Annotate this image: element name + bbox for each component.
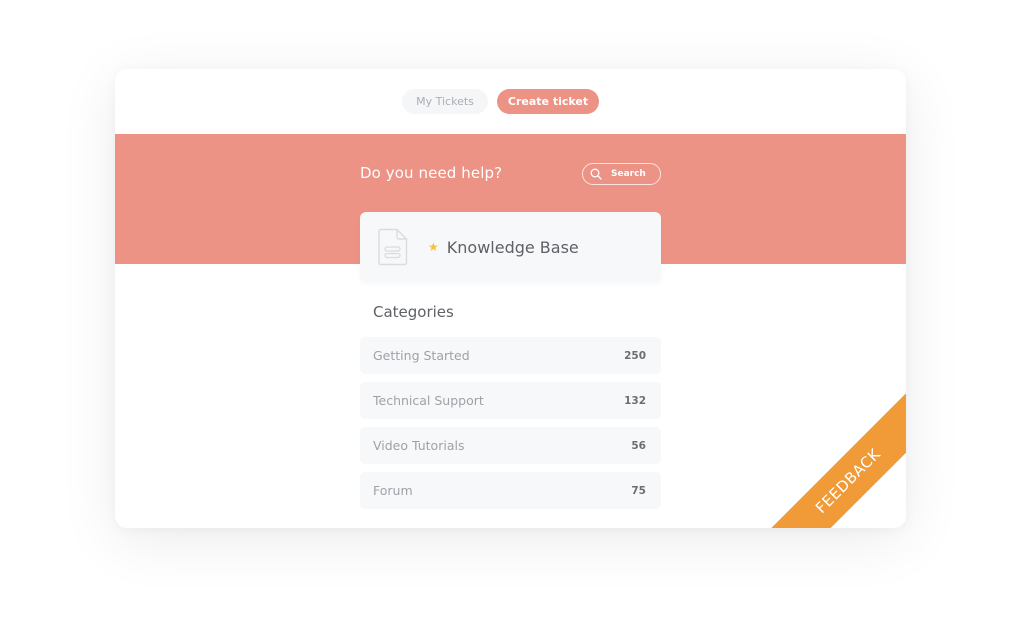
category-item-getting-started[interactable]: Getting Started 250 — [360, 337, 661, 374]
category-count: 250 — [624, 349, 646, 362]
category-list: Getting Started 250 Technical Support 13… — [360, 337, 661, 517]
category-item-forum[interactable]: Forum 75 — [360, 472, 661, 509]
category-name: Forum — [373, 483, 413, 498]
banner-title: Do you need help? — [360, 164, 503, 182]
categories-heading: Categories — [373, 303, 454, 321]
tab-bar: My Tickets Create ticket — [115, 69, 906, 134]
knowledge-base-title: Knowledge Base — [446, 237, 579, 257]
search-icon — [590, 168, 602, 180]
category-name: Technical Support — [373, 393, 484, 408]
search-input[interactable]: Search — [582, 163, 661, 185]
category-name: Getting Started — [373, 348, 470, 363]
category-item-video-tutorials[interactable]: Video Tutorials 56 — [360, 427, 661, 464]
category-count: 75 — [631, 484, 646, 497]
tab-my-tickets[interactable]: My Tickets — [402, 89, 488, 114]
knowledge-base-card[interactable]: ★ Knowledge Base — [360, 212, 661, 282]
category-count: 132 — [624, 394, 646, 407]
category-item-technical-support[interactable]: Technical Support 132 — [360, 382, 661, 419]
category-name: Video Tutorials — [373, 438, 465, 453]
document-icon — [378, 228, 408, 266]
create-ticket-button[interactable]: Create ticket — [497, 89, 599, 114]
page-background: My Tickets Create ticket Do you need hel… — [0, 0, 1024, 617]
category-count: 56 — [631, 439, 646, 452]
feedback-ribbon-container: FEEDBACK — [766, 388, 906, 528]
star-icon: ★ — [428, 240, 439, 254]
feedback-ribbon[interactable]: FEEDBACK — [766, 388, 906, 528]
help-center-widget: My Tickets Create ticket Do you need hel… — [115, 69, 906, 528]
search-placeholder: Search — [611, 169, 646, 179]
